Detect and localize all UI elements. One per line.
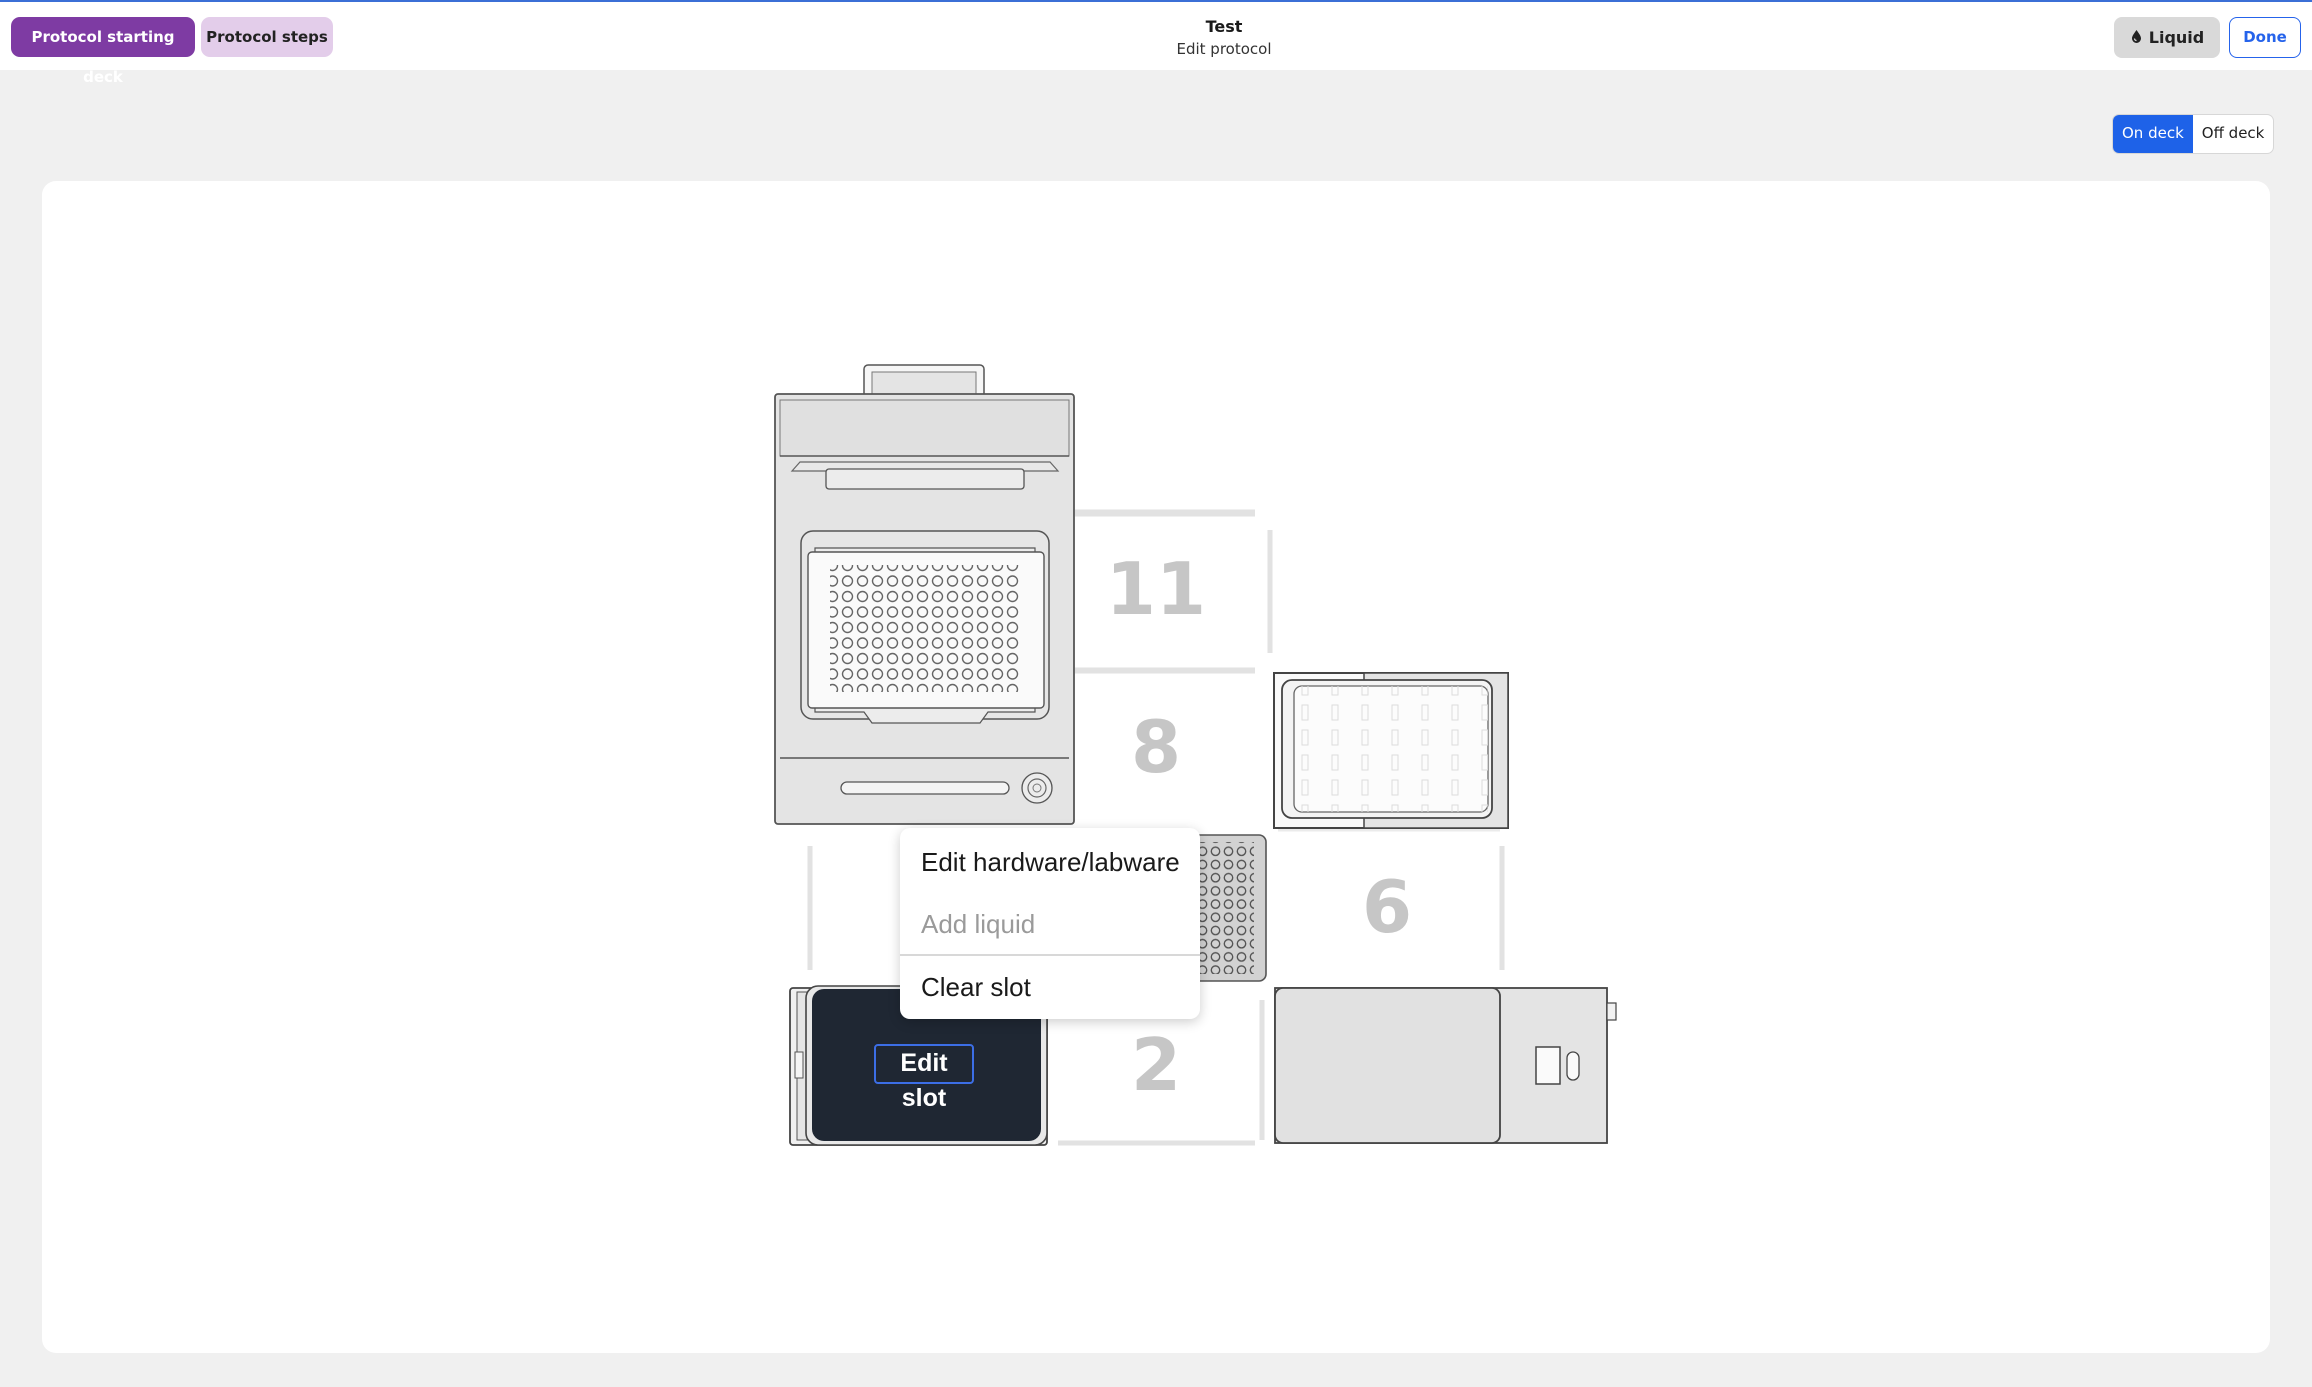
slot-6-number: 6	[1362, 865, 1412, 949]
add-liquid-menu-item: Add liquid	[921, 909, 1036, 939]
menu-divider	[900, 954, 1200, 956]
heater-shaker-slot-9[interactable]	[1273, 672, 1509, 829]
clear-slot-menu-item[interactable]: Clear slot	[921, 972, 1031, 1003]
slot-8-number: 8	[1131, 705, 1181, 789]
slot-6[interactable]: 6	[1278, 828, 1505, 970]
slot-context-menu: Edit hardware/labware Add liquid Clear s…	[900, 828, 1200, 1019]
edit-hardware-labware-menu-item[interactable]: Edit hardware/labware	[921, 847, 1180, 878]
slot-11[interactable]: 11	[1075, 509, 1273, 673]
slot-11-number: 11	[1106, 547, 1206, 631]
temperature-module-slot-3[interactable]	[1274, 987, 1617, 1144]
slot-2[interactable]: 2	[1058, 1000, 1265, 1146]
deck-map: 11 8 6 2	[774, 364, 1617, 1146]
thermocycler-module[interactable]	[774, 364, 1075, 825]
slot-2-number: 2	[1131, 1023, 1181, 1107]
edit-slot-button[interactable]: Edit slot	[874, 1044, 974, 1112]
slot-8[interactable]: 8	[1075, 668, 1255, 789]
